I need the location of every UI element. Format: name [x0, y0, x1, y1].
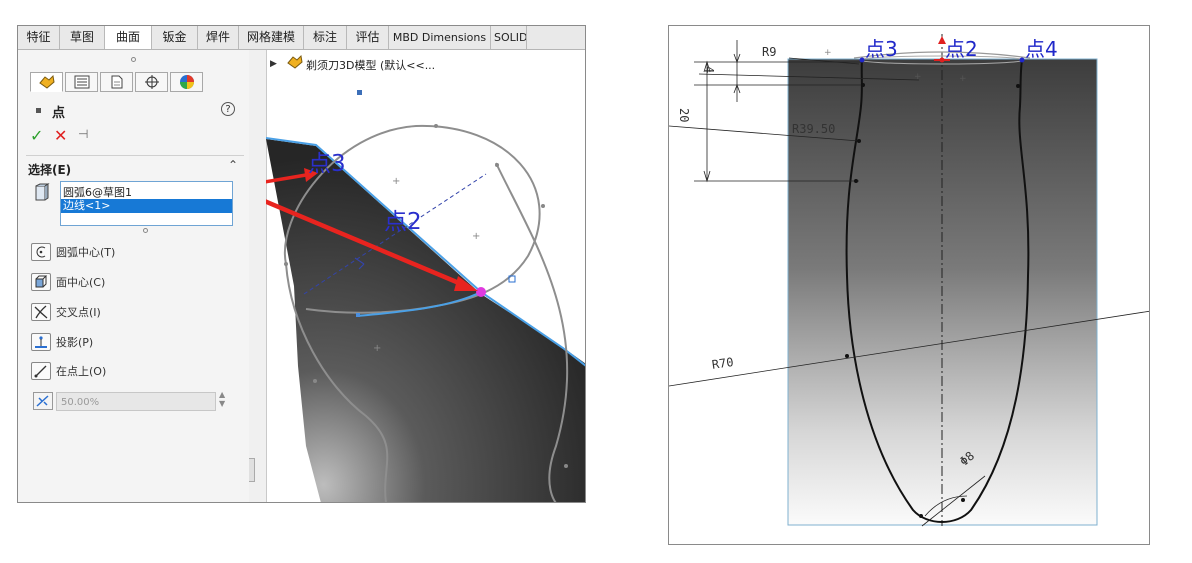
dim-r70[interactable]: R70: [711, 355, 734, 372]
collapse-chevron-icon[interactable]: ⌃: [228, 158, 238, 172]
point-feature-icon: [36, 108, 41, 113]
profile-knot[interactable]: [857, 139, 861, 143]
display-pie-icon: [179, 75, 194, 89]
display-manager-tab[interactable]: [170, 72, 203, 92]
property-list-icon: [74, 75, 89, 89]
tab-sketch[interactable]: 草图: [60, 26, 105, 49]
selected-point-magenta[interactable]: [476, 287, 486, 297]
sketch-endpoint-square[interactable]: [356, 313, 360, 317]
tree-root-label[interactable]: 剃须刀3D模型 (默认<<...: [306, 57, 435, 73]
on-point-icon: [31, 362, 51, 380]
sketch-point[interactable]: [495, 163, 499, 167]
drawing-dimensions-screenshot: + + + R9 4 20 R39.50 R70 Φ8 点3 点2 点4: [668, 25, 1150, 545]
part-icon: [287, 54, 303, 69]
ref-projection[interactable]: 投影(P): [31, 332, 219, 352]
profile-knot[interactable]: [845, 354, 849, 358]
ref-intersection[interactable]: 交叉点(I): [31, 302, 219, 322]
svg-text:+: +: [914, 72, 922, 82]
solidworks-point-feature-screenshot: 特征 草图 曲面 钣金 焊件 网格建模 标注 评估 MBD Dimensions…: [17, 25, 586, 503]
sketch-point[interactable]: [434, 124, 438, 128]
face-center-icon: [31, 273, 51, 291]
sketch-point[interactable]: [284, 262, 288, 266]
configuration-icon: [111, 75, 122, 89]
feature-title: 点: [52, 106, 66, 121]
intersection-label: 交叉点(I): [56, 306, 101, 319]
property-manager-tab[interactable]: [65, 72, 98, 92]
ref-on-point[interactable]: 在点上(O): [31, 361, 219, 381]
sketch-point[interactable]: [541, 204, 545, 208]
projection-label: 投影(P): [56, 336, 94, 349]
tab-weldments[interactable]: 焊件: [198, 26, 239, 49]
profile-knot[interactable]: [861, 83, 865, 87]
ok-check-icon[interactable]: ✓: [30, 126, 43, 145]
selection-item-edge[interactable]: 边线<1>: [61, 199, 232, 213]
distance-percent-icon: [33, 392, 53, 410]
graphics-viewport[interactable]: + + + +: [266, 26, 586, 503]
profile-knot[interactable]: [919, 514, 923, 518]
origin-marker: [357, 90, 362, 95]
tree-expand-arrow-icon[interactable]: ▶: [270, 59, 277, 69]
list-resize-handle[interactable]: [143, 228, 148, 233]
face-center-label: 面中心(C): [56, 276, 106, 289]
svg-text:+: +: [472, 231, 480, 242]
drawing-canvas: + + +: [669, 34, 1149, 527]
tab-sheet-metal[interactable]: 钣金: [152, 26, 198, 49]
profile-knot[interactable]: [854, 179, 858, 183]
label-point2: 点2: [945, 37, 978, 61]
distance-percent-input[interactable]: 50.00%: [56, 392, 216, 411]
feature-manager-icon: [38, 74, 55, 89]
section-divider: [26, 155, 244, 156]
tab-surfaces[interactable]: 曲面: [105, 26, 152, 49]
dimxpert-manager-tab[interactable]: [135, 72, 168, 92]
arc-center-icon: [31, 243, 51, 261]
cancel-x-icon[interactable]: ✕: [54, 126, 67, 145]
ref-arc-center[interactable]: 圆弧中心(T): [31, 242, 219, 262]
svg-text:+: +: [373, 343, 381, 354]
sketch-point[interactable]: [564, 464, 568, 468]
svg-text:+: +: [959, 74, 967, 84]
label-point4: 点4: [1025, 37, 1058, 61]
profile-knot[interactable]: [1016, 84, 1020, 88]
dim-r9[interactable]: R9: [762, 45, 776, 59]
spinner-arrows[interactable]: ▲ ▼: [219, 390, 225, 408]
selection-item-arc[interactable]: 圆弧6@草图1: [61, 184, 132, 200]
on-point-label: 在点上(O): [56, 365, 107, 378]
svg-text:+: +: [392, 176, 400, 187]
splitter-handle[interactable]: [249, 458, 255, 482]
point4-marker[interactable]: [1019, 57, 1025, 63]
ref-face-center[interactable]: 面中心(C): [31, 272, 219, 292]
dim-r39-50[interactable]: R39.50: [792, 122, 835, 136]
panel-handle[interactable]: [131, 57, 136, 62]
manager-tabs: [30, 72, 203, 92]
arc-center-label: 圆弧中心(T): [56, 246, 116, 259]
feature-manager-tab[interactable]: [30, 72, 63, 92]
panel-splitter[interactable]: [249, 50, 267, 502]
configuration-manager-tab[interactable]: [100, 72, 133, 92]
sketch-point[interactable]: [313, 379, 317, 383]
selection-section-header[interactable]: 选择(E): [28, 161, 71, 178]
label-point3: 点3: [865, 37, 898, 61]
projection-icon: [31, 333, 51, 351]
selection-entity-icon: [35, 183, 50, 201]
callout-point3: 点3: [308, 151, 346, 177]
profile-knot[interactable]: [961, 498, 965, 502]
point3-marker[interactable]: [859, 57, 865, 63]
selection-list-box[interactable]: 圆弧6@草图1 边线<1>: [60, 181, 233, 226]
dim-4[interactable]: 4: [702, 66, 716, 73]
svg-text:+: +: [824, 48, 832, 58]
help-icon[interactable]: ?: [221, 102, 235, 116]
tab-features[interactable]: 特征: [18, 26, 60, 49]
callout-point2: 点2: [384, 209, 422, 235]
dim-20[interactable]: 20: [677, 108, 691, 122]
model-body[interactable]: [266, 139, 586, 503]
crosshair-icon: [144, 75, 159, 89]
intersection-icon: [31, 303, 51, 321]
pin-icon[interactable]: ⊣: [78, 127, 88, 141]
